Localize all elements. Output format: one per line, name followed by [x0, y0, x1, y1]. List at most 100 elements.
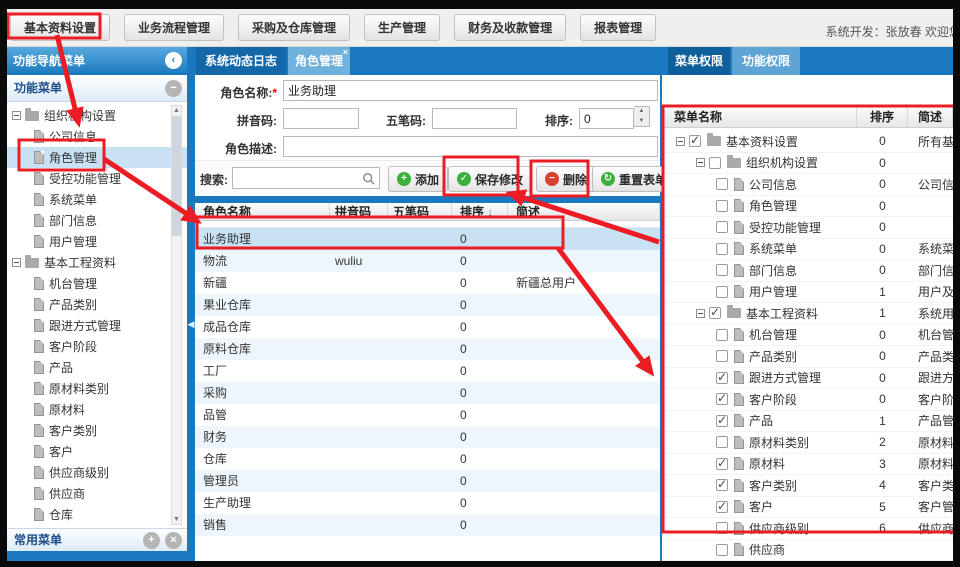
perm-tree-row[interactable]: 原材料类别 2 原材料	[662, 432, 953, 454]
checkbox[interactable]	[716, 329, 728, 341]
pinyin-input[interactable]	[283, 108, 359, 129]
perm-tree-row[interactable]: 机台管理 0 机台管	[662, 325, 953, 347]
sidebar-tree-item[interactable]: 供应商	[7, 483, 187, 504]
add-button[interactable]: + 添加	[388, 166, 448, 192]
perm-tree-row[interactable]: 供应商	[662, 540, 953, 562]
sidebar-tree-item[interactable]: 公司信息	[7, 126, 187, 147]
sidebar-tree-item[interactable]: 客户阶段	[7, 336, 187, 357]
sidebar-tree-item[interactable]: 供应商级别	[7, 462, 187, 483]
tab-menu-permission[interactable]: 菜单权限	[668, 47, 730, 75]
sort-input[interactable]	[579, 108, 634, 129]
table-row[interactable]: 物流 wuliu 0	[195, 250, 660, 272]
tab-system-log[interactable]: 系统动态日志	[196, 47, 286, 75]
table-row[interactable]: 管理员 0	[195, 470, 660, 492]
column-header-desc[interactable]: 简述	[908, 107, 953, 127]
checkbox[interactable]	[716, 350, 728, 362]
sidebar-tree-item[interactable]: 角色管理	[7, 147, 187, 168]
perm-tree-row[interactable]: 供应商级别 6 供应商	[662, 518, 953, 540]
sidebar-tree-item[interactable]: 跟进方式管理	[7, 315, 187, 336]
delete-button[interactable]: − 删除	[536, 166, 596, 192]
top-menu-item[interactable]: 财务及收款管理	[454, 14, 566, 41]
tab-function-permission[interactable]: 功能权限	[732, 47, 800, 75]
tab-role-management[interactable]: 角色管理 ×	[288, 47, 350, 75]
sidebar-tree-item[interactable]: 客户	[7, 441, 187, 462]
checkbox[interactable]	[716, 286, 728, 298]
column-header-pinyin[interactable]: 拼音码	[330, 203, 388, 220]
checkbox[interactable]	[716, 243, 728, 255]
top-menu-item[interactable]: 生产管理	[364, 14, 440, 41]
checkbox[interactable]	[716, 178, 728, 190]
checkbox[interactable]	[716, 264, 728, 276]
top-menu-item[interactable]: 基本资料设置	[10, 14, 110, 41]
column-header-desc[interactable]: 简述	[508, 203, 660, 220]
close-common-icon[interactable]: ×	[165, 532, 182, 549]
scrollbar-thumb[interactable]	[172, 116, 181, 236]
perm-tree-row[interactable]: 受控功能管理 0	[662, 217, 953, 239]
perm-tree-row[interactable]: 客户 5 客户管	[662, 497, 953, 519]
collapse-toggle-icon[interactable]	[12, 111, 21, 120]
perm-tree-row[interactable]: 跟进方式管理 0 跟进方	[662, 368, 953, 390]
perm-tree-row[interactable]: 产品类别 0 产品类	[662, 346, 953, 368]
collapse-toggle-icon[interactable]	[12, 258, 21, 267]
sidebar-scrollbar[interactable]: ▲ ▼	[171, 105, 182, 525]
perm-tree-row[interactable]: 产品 1 产品管	[662, 411, 953, 433]
role-name-input[interactable]	[283, 80, 658, 101]
perm-tree-row[interactable]: 基本工程资料 1 系统用	[662, 303, 953, 325]
sidebar-tree-item[interactable]: 受控功能管理	[7, 168, 187, 189]
perm-tree-row[interactable]: 原材料 3 原材料	[662, 454, 953, 476]
checkbox[interactable]	[709, 307, 721, 319]
checkbox[interactable]	[716, 221, 728, 233]
table-row[interactable]: 原料仓库 0	[195, 338, 660, 360]
perm-tree-row[interactable]: 系统菜单 0 系统菜	[662, 239, 953, 261]
sidebar-tree-item[interactable]: 原材料	[7, 399, 187, 420]
table-row[interactable]: 采购 0	[195, 382, 660, 404]
checkbox[interactable]	[709, 157, 721, 169]
perm-tree-row[interactable]: 客户类别 4 客户类	[662, 475, 953, 497]
role-desc-input[interactable]	[283, 136, 658, 157]
table-row[interactable]: 果业仓库 0	[195, 294, 660, 316]
add-common-icon[interactable]: +	[143, 532, 160, 549]
close-tab-icon[interactable]: ×	[343, 48, 348, 57]
sidebar-tree-item[interactable]: 原材料类别	[7, 378, 187, 399]
table-row[interactable]: 财务 0	[195, 426, 660, 448]
checkbox[interactable]	[689, 135, 701, 147]
search-input[interactable]	[233, 168, 357, 188]
spinner-up-icon[interactable]: ▲	[634, 107, 649, 117]
perm-tree-row[interactable]: 用户管理 1 用户及	[662, 282, 953, 304]
sidebar-tree-item[interactable]: 系统菜单	[7, 189, 187, 210]
checkbox[interactable]	[716, 522, 728, 534]
sidebar-tree-item[interactable]: 客户类别	[7, 420, 187, 441]
perm-tree-row[interactable]: 客户阶段 0 客户阶	[662, 389, 953, 411]
sidebar-tree-item[interactable]: 组织机构设置	[7, 105, 187, 126]
perm-tree-row[interactable]: 组织机构设置 0	[662, 153, 953, 175]
wubi-input[interactable]	[432, 108, 517, 129]
save-button[interactable]: ✓ 保存修改	[448, 166, 532, 192]
sidebar-tree-item[interactable]: 机台管理	[7, 273, 187, 294]
column-header-sort[interactable]: 排序	[857, 107, 908, 127]
column-header-sort[interactable]: 排序 ↓	[452, 203, 508, 220]
table-row[interactable]: 生产助理 0	[195, 492, 660, 514]
column-header-wubi[interactable]: 五笔码	[388, 203, 452, 220]
top-menu-item[interactable]: 业务流程管理	[124, 14, 224, 41]
collapse-toggle-icon[interactable]	[676, 137, 685, 146]
checkbox[interactable]	[716, 415, 728, 427]
sidebar-tree-item[interactable]: 基本工程资料	[7, 252, 187, 273]
table-row[interactable]: 业务助理 0	[195, 228, 660, 250]
top-menu-item[interactable]: 采购及仓库管理	[238, 14, 350, 41]
collapse-sidebar-icon[interactable]: ‹	[165, 52, 182, 69]
collapse-section-icon[interactable]: −	[165, 80, 182, 97]
column-header-role-name[interactable]: 角色名称	[195, 203, 330, 220]
collapse-toggle-icon[interactable]	[696, 309, 705, 318]
checkbox[interactable]	[716, 393, 728, 405]
spinner-down-icon[interactable]: ▼	[634, 117, 649, 127]
collapse-toggle-icon[interactable]	[696, 158, 705, 167]
table-row[interactable]: 成品仓库 0	[195, 316, 660, 338]
scroll-down-icon[interactable]: ▼	[172, 516, 181, 523]
top-menu-item[interactable]: 报表管理	[580, 14, 656, 41]
sort-spinner[interactable]: ▲▼	[634, 106, 650, 127]
checkbox[interactable]	[716, 436, 728, 448]
table-row[interactable]: 仓库 0	[195, 448, 660, 470]
perm-tree-row[interactable]: 公司信息 0 公司信	[662, 174, 953, 196]
table-row[interactable]: 工厂 0	[195, 360, 660, 382]
scroll-up-icon[interactable]: ▲	[172, 107, 181, 114]
